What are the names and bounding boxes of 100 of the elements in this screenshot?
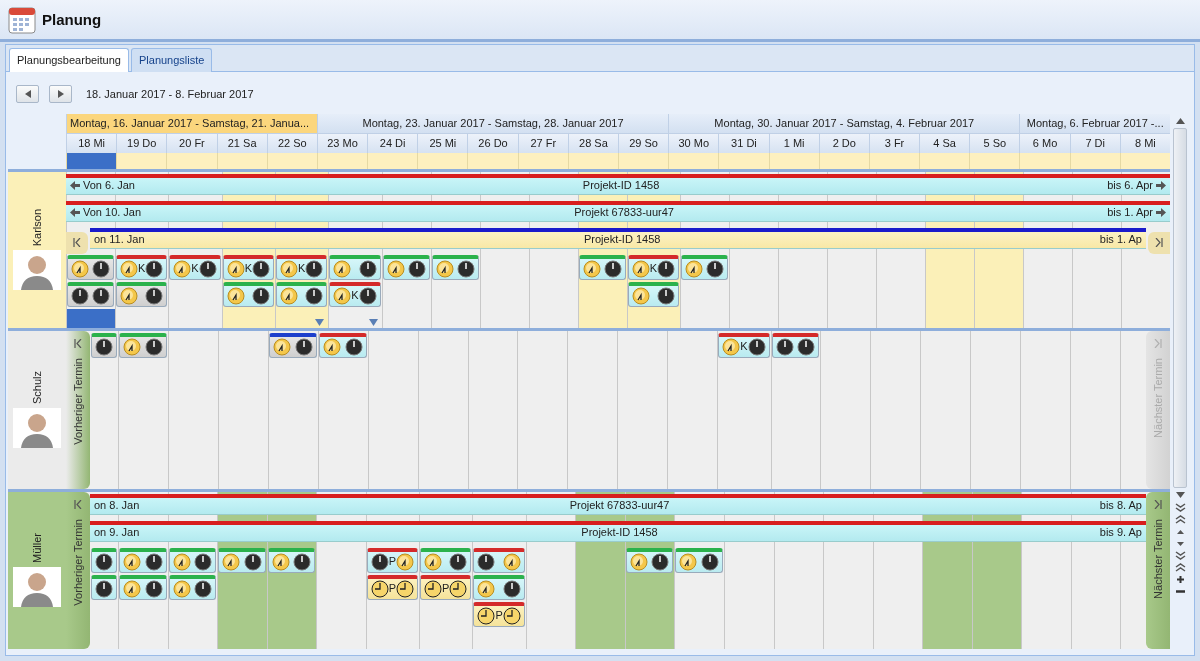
- day-header: 25 Mi: [417, 132, 468, 153]
- week-header: Montag, 30. Januar 2017 - Samstag, 4. Februar 2017: [668, 113, 1020, 133]
- window-title: Planung: [42, 10, 102, 29]
- project-bar[interactable]: on 8. Jan Projekt 67833-uur47 bis 8. Ap: [90, 493, 1146, 515]
- more-indicator-icon[interactable]: [315, 318, 325, 326]
- first-icon: [74, 338, 82, 348]
- project-bar[interactable]: Von 10. Jan Projekt 67833-uur47 bis 1. Apr: [66, 200, 1170, 222]
- tile-letter: K: [649, 261, 658, 277]
- start-date: on 8. Jan: [94, 498, 140, 514]
- day-header: 18 Mi: [66, 132, 117, 153]
- week-header: Montag, 16. Januar 2017 - Samstag, 21. Janua...: [66, 113, 317, 133]
- next-appointment-tab[interactable]: Nächster Termin: [1146, 491, 1170, 649]
- last-icon: [1155, 237, 1163, 247]
- tile-letter: K: [298, 261, 306, 277]
- appointment-tile[interactable]: [276, 281, 328, 307]
- appointment-tile[interactable]: K: [169, 254, 221, 280]
- week-header: Montag, 6. Februar 2017 -...: [1019, 113, 1170, 133]
- previous-appointment-tab[interactable]: Vorheriger Termin: [66, 491, 90, 649]
- appointment-tile[interactable]: [67, 281, 114, 307]
- start-date: on 9. Jan: [94, 525, 140, 541]
- next-button[interactable]: [49, 85, 72, 103]
- zoom-in-button[interactable]: [1174, 574, 1186, 584]
- day-header: 19 Do: [116, 132, 167, 153]
- last-row-button[interactable]: [1174, 502, 1186, 512]
- project-name: Projekt-ID 1458: [580, 525, 659, 541]
- start-date: Von 6. Jan: [83, 178, 135, 194]
- appointment-tile[interactable]: [119, 574, 167, 600]
- end-date: bis 6. Apr: [1107, 178, 1153, 194]
- appointment-tile[interactable]: [91, 332, 117, 358]
- tile-letter: K: [740, 339, 748, 355]
- end-date: bis 1. Apr: [1107, 205, 1153, 221]
- appointment-tile[interactable]: [67, 254, 114, 280]
- end-date: bis 1. Ap: [1099, 232, 1142, 248]
- appointment-tile[interactable]: [675, 547, 723, 573]
- appointment-tile[interactable]: K: [276, 254, 328, 280]
- first-icon: [74, 499, 82, 509]
- scroll-up-icon: [1174, 115, 1186, 125]
- appointment-tile[interactable]: [681, 254, 729, 280]
- project-bar[interactable]: Von 6. Jan Projekt-ID 1458 bis 6. Apr: [66, 173, 1170, 195]
- scroll-down-icon: [1174, 490, 1186, 500]
- appointment-tile[interactable]: P: [473, 601, 525, 627]
- previous-appointment-tab[interactable]: Vorheriger Termin: [66, 330, 90, 489]
- project-name: Projekt 67833-uur47: [568, 498, 671, 514]
- more-indicator-icon[interactable]: [368, 318, 378, 326]
- day-header: 31 Di: [718, 132, 769, 153]
- avatar: [13, 566, 61, 607]
- page-up-button[interactable]: [1174, 562, 1186, 572]
- previous-icon: [24, 90, 31, 98]
- tile-letter: P: [388, 554, 397, 570]
- first-row-button[interactable]: [1174, 514, 1186, 524]
- scroll-up-button[interactable]: [1174, 115, 1186, 125]
- day-header: 30 Mo: [668, 132, 719, 153]
- tile-letter: K: [351, 288, 359, 304]
- appointment-tile[interactable]: [473, 547, 525, 573]
- start-date: on 11. Jan: [94, 232, 145, 248]
- end-date: bis 9. Ap: [1099, 525, 1142, 541]
- project-bar[interactable]: on 9. Jan Projekt-ID 1458 bis 9. Ap: [90, 520, 1146, 542]
- appointment-tile[interactable]: [91, 574, 117, 600]
- first-row-icon: [1174, 514, 1186, 524]
- scroll-down-button[interactable]: [1174, 490, 1186, 500]
- tile-letter: K: [244, 261, 252, 277]
- resource-name: Müller: [29, 533, 44, 563]
- resource-name: Karlson: [29, 208, 44, 247]
- day-header: 5 So: [969, 132, 1020, 153]
- project-bar[interactable]: on 11. Jan Projekt-ID 1458 bis 1. Ap: [90, 227, 1146, 249]
- appointment-tile[interactable]: K: [718, 332, 770, 358]
- appointment-tile[interactable]: [420, 547, 472, 573]
- previous-button[interactable]: [16, 85, 39, 103]
- start-date: Von 10. Jan: [83, 205, 142, 221]
- appointment-tile[interactable]: [218, 547, 266, 573]
- calendar-icon: [8, 5, 36, 34]
- tab[interactable]: Planungsbearbeitung: [9, 48, 129, 72]
- project-name: Projekt-ID 1458: [582, 232, 662, 248]
- day-header: 6 Mo: [1019, 132, 1070, 153]
- appointment-tile[interactable]: [329, 254, 381, 280]
- tile-letter: P: [388, 581, 397, 597]
- previous-appointment-tab[interactable]: [66, 231, 88, 254]
- avatar: [13, 408, 61, 448]
- scrollbar-thumb[interactable]: [1173, 127, 1187, 488]
- date-range: 18. Januar 2017 - 8. Februar 2017: [86, 86, 254, 102]
- last-icon: [1154, 338, 1162, 348]
- next-icon: [57, 90, 64, 98]
- page-up-icon: [1174, 562, 1186, 572]
- day-header: 4 Sa: [919, 132, 970, 153]
- day-header: 20 Fr: [166, 132, 217, 153]
- tab[interactable]: Planungsliste: [131, 48, 213, 72]
- appointment-tile[interactable]: [91, 547, 117, 573]
- tile-letter: P: [442, 581, 450, 597]
- appointment-tile[interactable]: K: [329, 281, 381, 307]
- project-name: Projekt 67833-uur47: [573, 205, 675, 221]
- appointment-tile[interactable]: [473, 574, 525, 600]
- appointment-tile[interactable]: P: [420, 574, 472, 600]
- appointment-tile[interactable]: [119, 332, 167, 358]
- resource-name: Schulz: [29, 371, 44, 404]
- day-header: 26 Do: [467, 132, 518, 153]
- appointment-tile[interactable]: [119, 547, 167, 573]
- first-icon: [73, 237, 81, 247]
- project-name: Projekt-ID 1458: [581, 178, 661, 194]
- week-header: Montag, 23. Januar 2017 - Samstag, 28. Januar 2017: [316, 113, 669, 133]
- page-down-button[interactable]: [1174, 550, 1186, 560]
